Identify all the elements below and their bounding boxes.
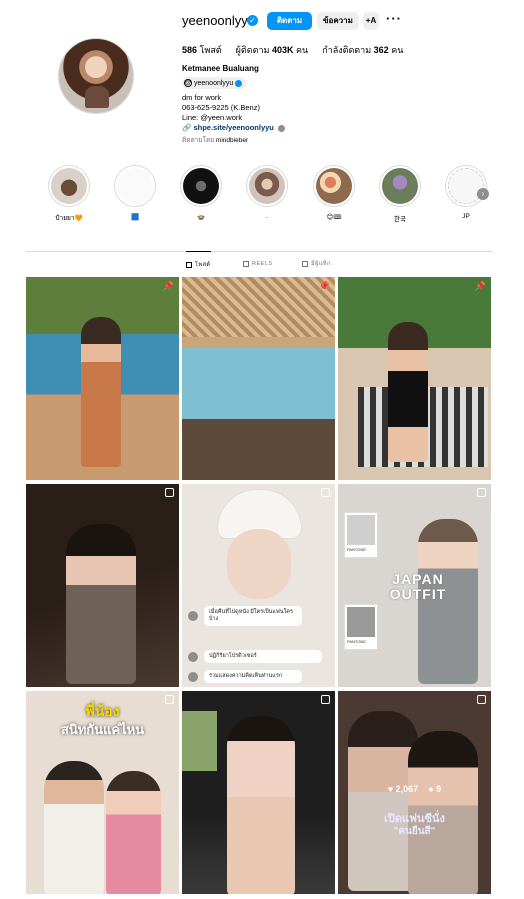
threads-handle: yeenoonlyyu (194, 79, 234, 87)
message-button[interactable]: ข้อความ (317, 12, 359, 30)
threads-badge[interactable]: @ yeenoonlyyu (182, 77, 247, 89)
pinned-icon: 📌 (162, 281, 174, 291)
highlight-food-thumbnail (316, 168, 352, 204)
followers-stat[interactable]: ผู้ติดตาม 403K คน (236, 43, 309, 57)
comment-icon: ● (428, 784, 434, 794)
highlight-flower-thumbnail (382, 168, 418, 204)
highlight-dog-thumbnail (51, 168, 87, 204)
highlight-label: 🟦 (130, 214, 140, 221)
bio-line: Line: @yeen.work (182, 113, 243, 122)
post-overlay-subtitle: สนิทกันแค่ไหน (60, 722, 145, 737)
chat-bubble: ร่วมแสดงความคิดเห็นท่านแรก (204, 670, 302, 683)
tab-posts[interactable]: โพสต์ (186, 251, 211, 277)
reel-icon (165, 695, 174, 704)
profile-tabs: โพสต์ REELS มีผู้แท็ก (26, 251, 493, 277)
profile-bio: dm for work 063-625-9225 (K.Benz) Line: … (182, 93, 285, 133)
profile-header: yeenoonlyyu ✓ ติดตาม ข้อความ +A ··· 586 … (0, 0, 524, 150)
link-info-icon[interactable] (277, 124, 285, 132)
profile-stats: 586 โพสต์ ผู้ติดตาม 403K คน กำลังติดตาม … (182, 43, 403, 57)
highlight-portrait-thumbnail (249, 168, 285, 204)
following-stat[interactable]: กำลังติดตาม 362 คน (322, 43, 403, 57)
tagged-icon (302, 261, 308, 267)
threads-verified-icon (235, 79, 243, 87)
suggest-users-button[interactable]: +A (363, 12, 379, 30)
pinned-icon: 📌 (474, 281, 486, 291)
posts-grid: 📌 📌 📌 เมื่อคืนที่ไปดูหนัง มีใครเป็นแฟนใค… (26, 277, 492, 899)
post-tile[interactable] (26, 484, 179, 687)
post-photo-window (182, 711, 217, 771)
highlight-item[interactable]: . (242, 165, 292, 220)
post-tile[interactable]: ♥ 2,067 ● 9 เปิดแฟนซีนั่ง "คนยืนสี" (338, 691, 491, 894)
profile-username: yeenoonlyyu (182, 13, 255, 28)
highlight-concert-thumbnail (183, 168, 219, 204)
highlight-item[interactable]: 한국 (375, 165, 425, 223)
post-photo-subject (227, 716, 295, 894)
comment-count: 9 (436, 784, 442, 794)
chat-bubble: เมื่อคืนที่ไปดูหนัง มีใครเป็นแฟนใครบ้าง (204, 606, 302, 626)
follow-button[interactable]: ติดตาม (267, 12, 312, 30)
posts-stat: 586 โพสต์ (182, 45, 222, 55)
chat-avatar-icon (188, 611, 198, 621)
highlight-label: JP (462, 213, 470, 220)
verified-badge-icon: ✓ (247, 15, 258, 26)
highlight-label: ป้ายยา🧡 (55, 215, 83, 222)
chat-bubble: ปฏิกิริยาโปรดิวเซอร์ (204, 650, 322, 663)
reel-icon (321, 695, 330, 704)
tab-reels[interactable]: REELS (243, 251, 273, 277)
post-tile[interactable]: เมื่อคืนที่ไปดูหนัง มีใครเป็นแฟนใครบ้าง … (182, 484, 335, 687)
post-photo-face (227, 529, 291, 599)
reel-icon (477, 488, 486, 497)
highlight-item[interactable]: ป้ายยา🧡 (44, 165, 94, 223)
pantone-swatch: PANTONE (344, 604, 378, 650)
highlights-next-icon[interactable]: › (477, 188, 489, 200)
tab-tagged[interactable]: มีผู้แท็ก (302, 251, 331, 277)
followed-by[interactable]: ติดตามโดย mindbieber (182, 135, 248, 145)
chat-avatar-icon (188, 672, 198, 682)
post-photo-subject (66, 524, 136, 684)
post-tile[interactable]: PANTONE PANTONE JAPAN OUTFIT (338, 484, 491, 687)
highlight-item[interactable]: 😊🎟 (309, 165, 359, 221)
pantone-swatch: PANTONE (344, 512, 378, 558)
post-tile[interactable]: 📌 (182, 277, 335, 480)
post-photo-subject (106, 771, 161, 894)
more-options-icon[interactable]: ··· (386, 11, 402, 26)
highlight-label: . (266, 213, 268, 220)
highlight-label: 한국 (394, 216, 406, 223)
post-tile[interactable]: พี่น้อง สนิทกันแค่ไหน (26, 691, 179, 894)
reels-icon (243, 261, 249, 267)
highlight-label: 🍲 (196, 214, 206, 221)
like-count: 2,067 (395, 784, 419, 794)
highlight-item[interactable]: 🟦 (110, 165, 160, 221)
bio-link-row[interactable]: 🔗 shpe.site/yeenoonlyyu (182, 123, 285, 133)
heart-icon: ♥ (387, 784, 394, 794)
highlight-white-thumbnail (117, 168, 153, 204)
post-tile[interactable]: 📌 (338, 277, 491, 480)
post-tile[interactable] (182, 691, 335, 894)
bio-link-icon: 🔗 (182, 123, 192, 132)
profile-avatar[interactable] (58, 38, 134, 114)
post-overlay-title: JAPAN OUTFIT (389, 571, 447, 602)
post-photo-canopy (182, 277, 335, 337)
bio-line: dm for work (182, 93, 222, 102)
story-highlights: ป้ายยา🧡 🟦 🍲 . 😊🎟 한국 JP (44, 165, 494, 231)
pinned-icon: 📌 (318, 281, 330, 291)
bio-link[interactable]: shpe.site/yeenoonlyyu (193, 123, 273, 132)
chat-avatar-icon (188, 652, 198, 662)
profile-full-name: Ketmanee Bualuang (182, 64, 259, 73)
bio-line: 063-625-9225 (K.Benz) (182, 103, 260, 112)
post-photo-subject (44, 761, 104, 894)
highlight-item[interactable]: 🍲 (176, 165, 226, 221)
post-photo-subject (81, 317, 121, 467)
post-photo-subject (388, 322, 428, 462)
reel-icon (477, 695, 486, 704)
carousel-icon (165, 488, 174, 497)
grid-icon (186, 261, 192, 268)
reel-icon (321, 488, 330, 497)
post-hover-stats: ♥ 2,067 ● 9 (338, 784, 491, 794)
highlight-label: 😊🎟 (326, 214, 342, 221)
post-overlay-caption: "คนยืนสี" (393, 826, 436, 837)
threads-icon: @ (184, 79, 192, 87)
post-tile[interactable]: 📌 (26, 277, 179, 480)
